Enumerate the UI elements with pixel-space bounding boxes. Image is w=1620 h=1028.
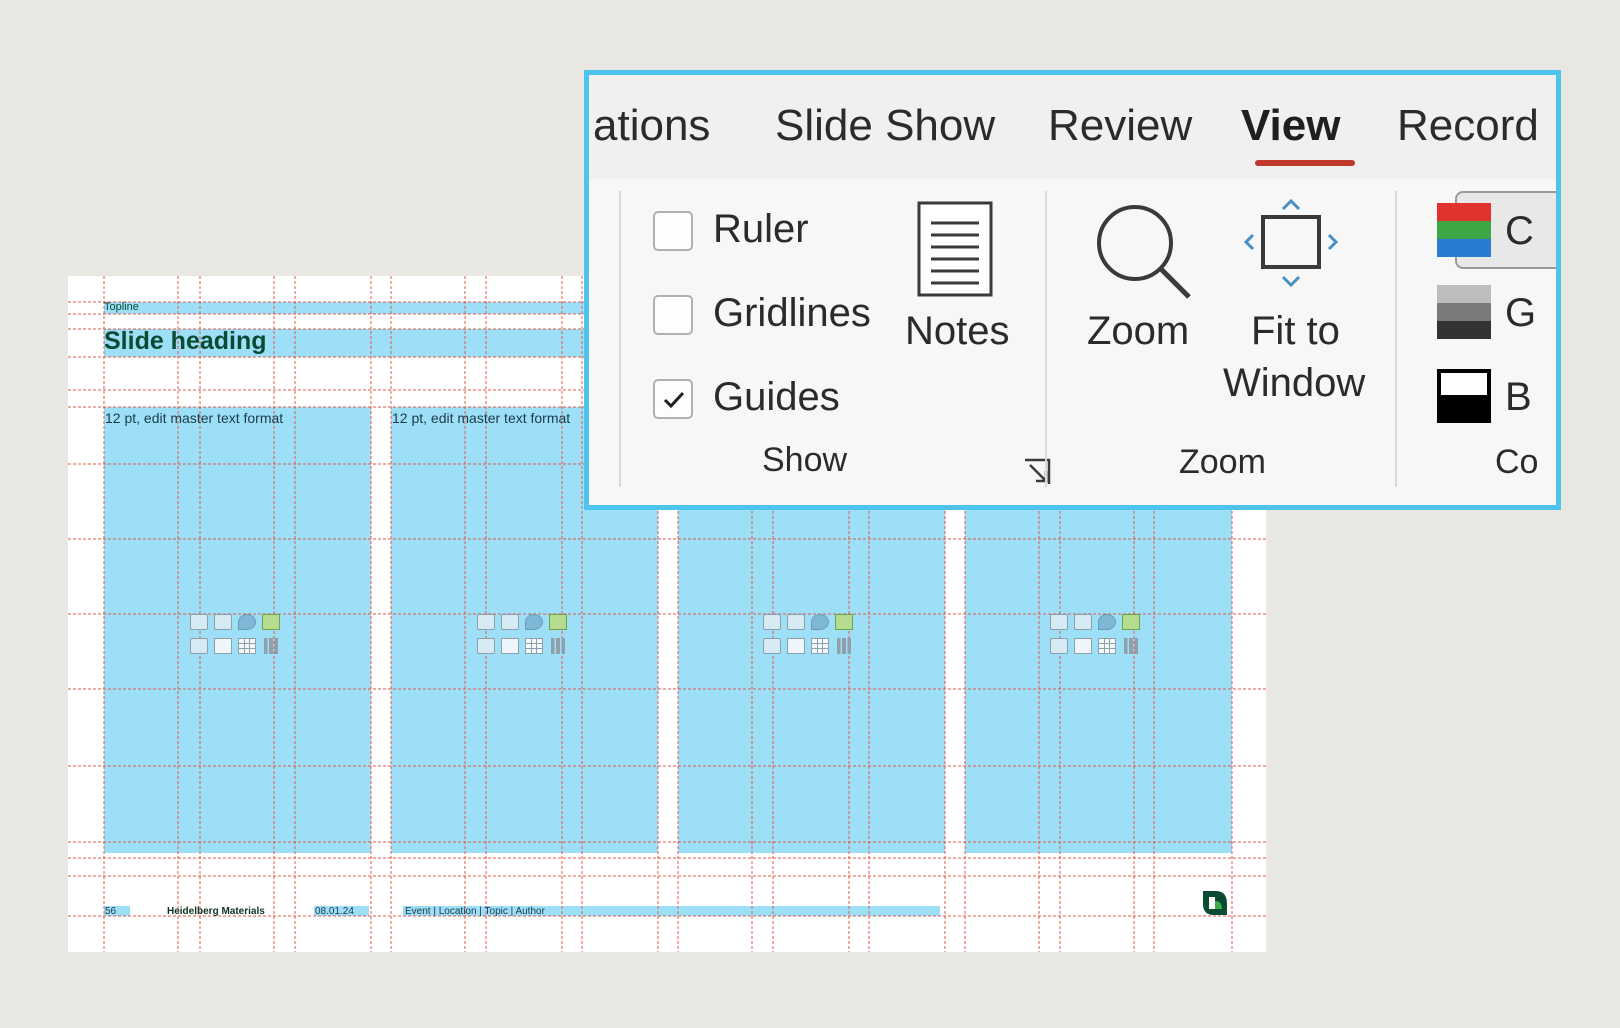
icons-icon[interactable]: [1098, 614, 1116, 630]
stock-image-icon[interactable]: [190, 638, 208, 654]
company-name: Heidelberg Materials: [167, 906, 265, 917]
insert-content-icons-3[interactable]: [763, 614, 859, 662]
column-1-label: 12 pt, edit master text format: [105, 410, 284, 426]
picture-icon[interactable]: [190, 614, 208, 630]
icons-icon[interactable]: [238, 614, 256, 630]
3d-model-icon[interactable]: [549, 614, 567, 630]
icons-icon[interactable]: [525, 614, 543, 630]
active-tab-indicator: [1255, 160, 1355, 166]
video-icon[interactable]: [1074, 638, 1092, 654]
fit-to-window-icon[interactable]: [1243, 197, 1339, 293]
tab-record[interactable]: Record: [1397, 101, 1539, 151]
black-and-white-button-label[interactable]: B: [1505, 375, 1532, 420]
online-picture-icon[interactable]: [214, 614, 232, 630]
heidelberg-logo-icon: [1203, 891, 1227, 915]
grayscale-swatch-icon[interactable]: [1437, 285, 1491, 339]
gridlines-checkbox-box[interactable]: [653, 295, 693, 335]
online-picture-icon[interactable]: [1074, 614, 1092, 630]
online-picture-icon[interactable]: [501, 614, 519, 630]
show-group-label: Show: [762, 441, 848, 479]
gridlines-label: Gridlines: [713, 291, 871, 335]
table-icon[interactable]: [525, 638, 543, 654]
chart-icon[interactable]: [549, 638, 567, 654]
table-icon[interactable]: [238, 638, 256, 654]
ribbon-tab-bar: ations Slide Show Review View Record: [589, 75, 1556, 179]
insert-content-icons-2[interactable]: [477, 614, 573, 662]
video-icon[interactable]: [214, 638, 232, 654]
topline-text: Topline: [104, 301, 139, 313]
ribbon-body: Ruler Gridlines Guides Notes Show Zoom F…: [589, 179, 1556, 505]
chart-icon[interactable]: [262, 638, 280, 654]
checkmark-icon: [663, 391, 685, 409]
notes-button-label[interactable]: Notes: [905, 309, 1010, 354]
picture-icon[interactable]: [1050, 614, 1068, 630]
dialog-launcher-icon[interactable]: [1022, 457, 1052, 487]
picture-icon[interactable]: [477, 614, 495, 630]
page-number: 56: [105, 906, 117, 917]
ribbon-zoom-panel: ations Slide Show Review View Record Rul…: [584, 70, 1561, 510]
stock-image-icon[interactable]: [1050, 638, 1068, 654]
table-icon[interactable]: [811, 638, 829, 654]
tab-review[interactable]: Review: [1048, 101, 1192, 151]
black-and-white-swatch-icon[interactable]: [1437, 369, 1491, 423]
zoom-group-label: Zoom: [1179, 443, 1266, 481]
notes-icon[interactable]: [917, 201, 993, 297]
color-button-label[interactable]: C: [1505, 209, 1534, 254]
3d-model-icon[interactable]: [835, 614, 853, 630]
ruler-label: Ruler: [713, 207, 809, 251]
chart-icon[interactable]: [835, 638, 853, 654]
chart-icon[interactable]: [1122, 638, 1140, 654]
table-icon[interactable]: [1098, 638, 1116, 654]
tab-view[interactable]: View: [1241, 101, 1340, 151]
grayscale-button-label[interactable]: G: [1505, 291, 1536, 336]
insert-content-icons-4[interactable]: [1050, 614, 1146, 662]
zoom-magnifier-icon[interactable]: [1091, 199, 1195, 303]
video-icon[interactable]: [787, 638, 805, 654]
footer-event: Event | Location | Topic | Author: [405, 906, 545, 917]
tab-animations[interactable]: ations: [593, 101, 710, 151]
video-icon[interactable]: [501, 638, 519, 654]
color-swatch-icon: [1437, 203, 1491, 257]
tab-slide-show[interactable]: Slide Show: [775, 101, 995, 151]
fit-to-label-line2[interactable]: Window: [1223, 361, 1365, 406]
3d-model-icon[interactable]: [262, 614, 280, 630]
stock-image-icon[interactable]: [763, 638, 781, 654]
group-separator: [619, 191, 621, 487]
picture-icon[interactable]: [763, 614, 781, 630]
group-separator: [1395, 191, 1397, 487]
group-separator: [1045, 191, 1047, 487]
footer-date: 08.01.24: [315, 906, 354, 917]
guides-checkbox-box[interactable]: [653, 379, 693, 419]
online-picture-icon[interactable]: [787, 614, 805, 630]
color-group-label: Co: [1495, 443, 1539, 481]
zoom-button-label[interactable]: Zoom: [1087, 309, 1189, 354]
icons-icon[interactable]: [811, 614, 829, 630]
guides-label: Guides: [713, 375, 840, 419]
3d-model-icon[interactable]: [1122, 614, 1140, 630]
topline-placeholder[interactable]: [104, 302, 664, 314]
insert-content-icons-1[interactable]: [190, 614, 286, 662]
ruler-checkbox-box[interactable]: [653, 211, 693, 251]
column-2-label: 12 pt, edit master text format: [392, 410, 571, 426]
fit-to-label-line1[interactable]: Fit to: [1251, 309, 1340, 354]
stock-image-icon[interactable]: [477, 638, 495, 654]
slide-heading: Slide heading: [104, 327, 267, 355]
